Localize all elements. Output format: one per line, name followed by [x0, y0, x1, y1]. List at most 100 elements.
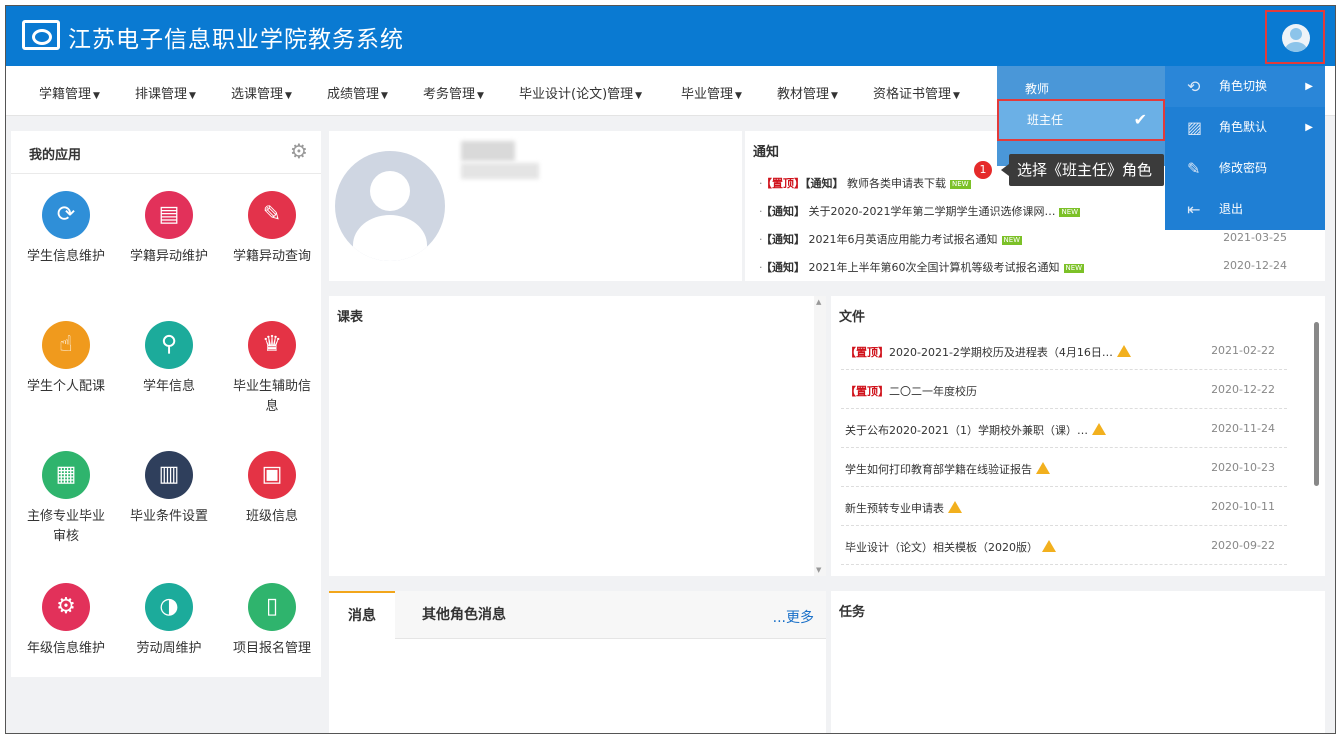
app-label: 劳动周维护 [136, 641, 202, 656]
logo-icon [22, 20, 60, 50]
gear-icon[interactable]: ⚙ [289, 141, 309, 161]
app-class-info[interactable]: ▣ 班级信息 [222, 451, 322, 561]
nav-item-student-records[interactable]: 学籍管理 ▼ [39, 83, 100, 102]
edit-icon: ✎ [1187, 159, 1201, 178]
warning-icon [1116, 345, 1131, 357]
task-panel: 任务 [831, 591, 1325, 733]
nav-item-course-selection[interactable]: 选课管理 ▼ [231, 83, 292, 102]
nav-item-exams[interactable]: 考务管理 ▼ [423, 83, 484, 102]
tab-messages[interactable]: 消息 [329, 591, 395, 639]
warning-icon [948, 501, 962, 513]
file-title: 二〇二一年度校历 [889, 385, 977, 398]
nav-item-graduation[interactable]: 毕业管理 ▼ [681, 83, 742, 102]
app-labor-week[interactable]: ◑ 劳动周维护 [119, 583, 219, 693]
file-date: 2020-11-24 [1211, 422, 1275, 435]
notice-date: 2020-12-24 [1223, 259, 1287, 272]
file-title: 学生如何打印教育部学籍在线验证报告 [845, 463, 1032, 476]
file-row[interactable]: 【置顶】二〇二一年度校历 2020-12-22 [841, 371, 1287, 409]
header: 江苏电子信息职业学院教务系统 [6, 6, 1335, 66]
check-icon: ✔ [1133, 110, 1147, 129]
app-window: 江苏电子信息职业学院教务系统 学籍管理 ▼ 排课管理 ▼ 选课管理 ▼ 成绩管理 ▼ 考… [5, 5, 1336, 734]
file-date: 2020-10-23 [1211, 461, 1275, 474]
nav-item-thesis[interactable]: 毕业设计(论文)管理 ▼ [519, 83, 642, 102]
system-title: 江苏电子信息职业学院教务系统 [68, 27, 404, 53]
file-row[interactable]: 【置顶】2020-2021-2学期校历及进程表（4月16日… 2021-02-22 [841, 332, 1287, 370]
app-grade-info[interactable]: ⚙ 年级信息维护 [16, 583, 116, 693]
app-label: 学生个人配课 [26, 379, 105, 394]
caret-down-icon: ▼ [93, 91, 100, 101]
task-title: 任务 [839, 605, 866, 620]
caret-down-icon: ▼ [381, 91, 388, 101]
chevron-right-icon: ▶ [1305, 81, 1313, 92]
excel-icon: ▨ [1187, 118, 1203, 137]
app-status-change-maint[interactable]: ▤ 学籍异动维护 [119, 191, 219, 301]
app-label: 项目报名管理 [232, 641, 311, 656]
file-date: 2020-09-22 [1211, 539, 1275, 552]
personal-course-icon: ☝ [42, 321, 90, 369]
app-label: 学生信息维护 [26, 249, 105, 264]
status-change-maint-icon: ▤ [145, 191, 193, 239]
file-title: 毕业设计（论文）相关模板（2020版） [845, 541, 1038, 554]
profile-panel [329, 131, 742, 281]
user-info-blurred [461, 163, 539, 179]
file-row[interactable]: 学生如何打印教育部学籍在线验证报告 2020-10-23 [841, 449, 1287, 487]
user-name-blurred [461, 141, 515, 161]
app-status-change-query[interactable]: ✎ 学籍异动查询 [222, 191, 322, 301]
app-label: 班级信息 [245, 509, 298, 524]
file-date: 2020-10-11 [1211, 500, 1275, 513]
menu-change-password[interactable]: ✎ 修改密码 [1165, 148, 1325, 189]
tab-other-role-messages[interactable]: 其他角色消息 [409, 591, 519, 639]
class-info-icon: ▣ [248, 451, 296, 499]
caret-down-icon: ▼ [953, 91, 960, 101]
school-year-icon: ⚲ [145, 321, 193, 369]
files-scrollbar[interactable] [1313, 300, 1321, 572]
caret-down-icon: ▼ [189, 91, 196, 101]
nav-item-scheduling[interactable]: 排课管理 ▼ [135, 83, 196, 102]
new-badge: NEW [950, 179, 971, 189]
app-project-signup[interactable]: ▯ 项目报名管理 [222, 583, 322, 693]
app-personal-course[interactable]: ☝ 学生个人配课 [16, 321, 116, 431]
file-title: 关于公布2020-2021（1）学期校外兼职（课）… [845, 424, 1088, 437]
file-row[interactable]: 毕业设计（论文）相关模板（2020版） 2020-09-22 [841, 527, 1287, 565]
menu-logout[interactable]: ⇤ 退出 [1165, 189, 1325, 230]
nav-item-certificates[interactable]: 资格证书管理 ▼ [873, 83, 960, 102]
profile-avatar [335, 151, 445, 261]
app-label: 学籍异动查询 [232, 249, 311, 264]
menu-default-role[interactable]: ▨ 角色默认 ▶ [1165, 107, 1325, 148]
file-title: 新生预转专业申请表 [845, 502, 944, 515]
major-audit-icon: ▦ [42, 451, 90, 499]
labor-week-icon: ◑ [145, 583, 193, 631]
graduate-aux-icon: ♛ [248, 321, 296, 369]
notice-title: 通知 [753, 145, 780, 160]
apps-title: 我的应用 [29, 148, 82, 163]
warning-icon [1042, 540, 1056, 552]
more-link[interactable]: ...更多 [773, 607, 814, 627]
project-signup-icon: ▯ [248, 583, 296, 631]
app-label: 学年信息 [142, 379, 195, 394]
app-label: 年级信息维护 [26, 641, 105, 656]
app-major-audit[interactable]: ▦ 主修专业毕业审核 [16, 451, 116, 561]
menu-switch-role[interactable]: ⟲ 角色切换 ▶ [1165, 66, 1325, 107]
notice-row[interactable]: · 【通知】 2021年上半年第60次全国计算机等级考试报名通知 NEW 2020-… [759, 259, 1299, 275]
grade-info-icon: ⚙ [42, 583, 90, 631]
schedule-panel: 课表 [329, 296, 826, 576]
instruction-tooltip: 选择《班主任》角色 [1001, 154, 1164, 186]
nav-item-textbooks[interactable]: 教材管理 ▼ [777, 83, 838, 102]
app-student-info[interactable]: ⟳ 学生信息维护 [16, 191, 116, 301]
user-avatar-button[interactable] [1265, 10, 1325, 64]
app-label: 毕业生辅助信息 [232, 379, 311, 414]
file-row[interactable]: 新生预转专业申请表 2020-10-11 [841, 488, 1287, 526]
role-head-teacher[interactable]: 班主任 ✔ [997, 99, 1165, 141]
user-dropdown-menu: ⟲ 角色切换 ▶ ▨ 角色默认 ▶ ✎ 修改密码 ⇤ 退出 [1165, 66, 1325, 230]
app-grad-conditions[interactable]: ▥ 毕业条件设置 [119, 451, 219, 561]
caret-down-icon: ▼ [477, 91, 484, 101]
app-graduate-aux[interactable]: ♛ 毕业生辅助信息 [222, 321, 322, 431]
schedule-title: 课表 [337, 310, 364, 325]
app-school-year[interactable]: ⚲ 学年信息 [119, 321, 219, 431]
file-row[interactable]: 关于公布2020-2021（1）学期校外兼职（课）… 2020-11-24 [841, 410, 1287, 448]
message-panel: 消息 其他角色消息 ...更多 [329, 591, 826, 733]
notice-row[interactable]: · 【通知】 2021年6月英语应用能力考试报名通知 NEW 2021-03-25 [759, 231, 1299, 247]
caret-down-icon: ▼ [635, 91, 643, 101]
schedule-scrollbar[interactable] [814, 296, 826, 576]
nav-item-grades[interactable]: 成绩管理 ▼ [327, 83, 388, 102]
